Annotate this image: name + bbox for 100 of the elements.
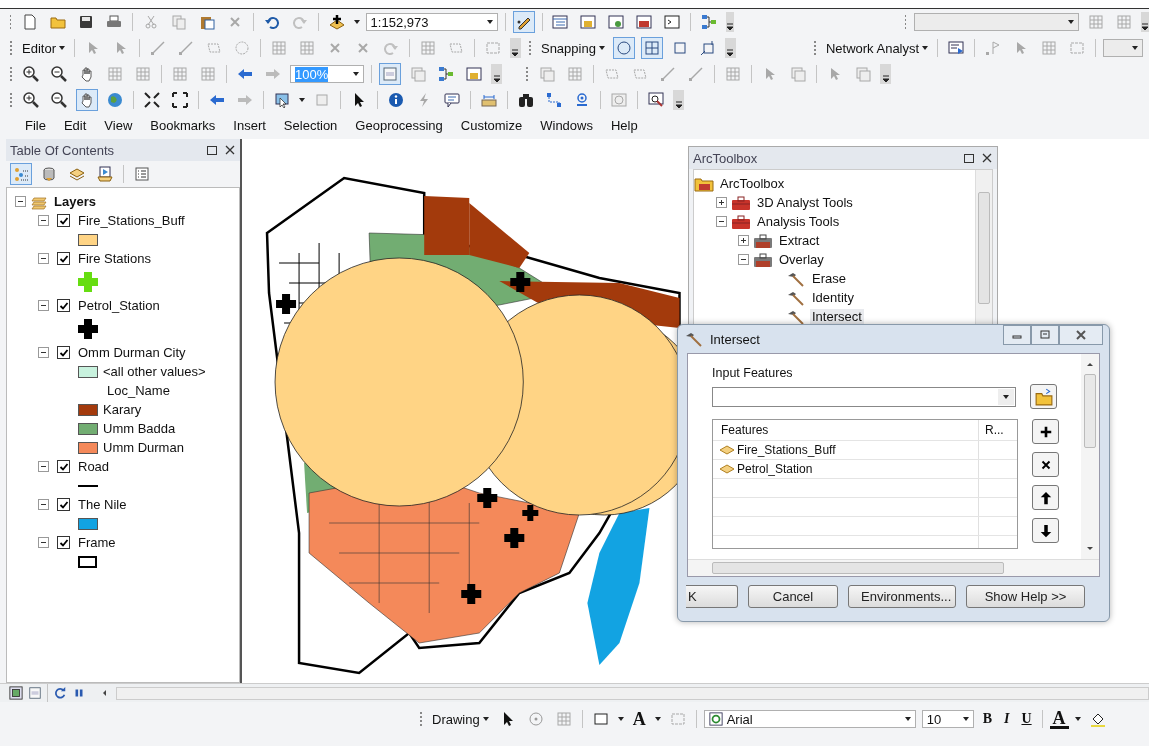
tree-item[interactable]: Overlay [777, 252, 826, 267]
menu-item[interactable]: Customize [453, 115, 530, 135]
scrollbar[interactable] [1081, 354, 1099, 559]
caret-icon[interactable] [1074, 717, 1081, 721]
caret-icon[interactable] [353, 20, 360, 24]
tree-label[interactable]: Layers [54, 194, 96, 209]
outward-arrows-icon[interactable] [169, 89, 191, 111]
close-icon[interactable] [981, 152, 993, 164]
table-cell[interactable]: Petrol_Station [737, 462, 813, 476]
minimize-button[interactable] [1003, 325, 1031, 345]
layer-name[interactable]: Frame [78, 535, 116, 550]
expander-icon[interactable] [716, 216, 727, 227]
overflow-button[interactable] [1141, 12, 1149, 32]
format-button[interactable]: I [1001, 711, 1013, 727]
font-size-field[interactable]: 10 [921, 710, 974, 728]
tree-item[interactable]: 3D Analyst Tools [755, 195, 855, 210]
menu-item[interactable]: Bookmarks [143, 115, 223, 135]
menu-item[interactable]: Selection [276, 115, 345, 135]
checkbox[interactable] [57, 536, 70, 549]
checkbox[interactable] [57, 299, 70, 312]
menu-item[interactable]: Help [603, 115, 645, 135]
layer-name[interactable]: The Nile [78, 497, 127, 512]
expander-icon[interactable] [38, 537, 49, 548]
expander-icon[interactable] [38, 300, 49, 311]
restore-button[interactable] [1031, 325, 1059, 345]
input-features-field[interactable] [712, 386, 1016, 407]
toolbar-grip[interactable] [904, 14, 907, 30]
caret-icon[interactable] [299, 98, 305, 102]
caret-icon[interactable] [617, 717, 624, 721]
up-arrow-button[interactable] [1032, 485, 1059, 510]
pencil-icon[interactable] [512, 11, 535, 33]
menu-item[interactable]: Geoprocessing [348, 115, 450, 135]
checkbox[interactable] [57, 498, 70, 511]
maximize-icon[interactable] [206, 144, 218, 156]
table-cell[interactable]: Fire_Stations_Buff [737, 443, 836, 457]
expander-icon[interactable] [38, 253, 49, 264]
font-color-button[interactable]: A [1049, 709, 1069, 729]
tree-item[interactable]: Erase [810, 271, 848, 286]
checkbox[interactable] [57, 346, 70, 359]
layer-name[interactable]: Petrol_Station [78, 298, 160, 313]
layer-name[interactable]: Omm Durman City [78, 345, 186, 360]
expander-icon[interactable] [738, 254, 749, 265]
hand-icon[interactable] [76, 89, 98, 111]
overflow-button[interactable] [509, 38, 521, 58]
menu-item[interactable]: Edit [56, 115, 94, 135]
toolbar-grip[interactable] [528, 40, 531, 56]
overflow-button[interactable] [491, 64, 502, 84]
expander-icon[interactable] [38, 499, 49, 510]
tree-item[interactable]: Analysis Tools [755, 214, 842, 229]
checkbox[interactable] [57, 460, 70, 473]
expander-icon[interactable] [738, 235, 749, 246]
expander-icon[interactable] [716, 197, 727, 208]
close-icon[interactable] [224, 144, 236, 156]
format-button[interactable]: B [979, 711, 996, 727]
dialog-button[interactable]: Environments... [848, 585, 956, 608]
combo-field[interactable] [914, 13, 1079, 31]
browse-button[interactable] [1030, 384, 1057, 409]
layer-list-icon[interactable] [10, 163, 32, 185]
overflow-button[interactable] [673, 90, 684, 110]
layer-name[interactable]: Fire Stations [78, 251, 151, 266]
dropdown-menu[interactable]: Snapping [538, 40, 607, 56]
menu-item[interactable]: Insert [226, 115, 273, 135]
menu-item[interactable]: File [18, 115, 53, 135]
checkbox[interactable] [57, 252, 70, 265]
dialog-button[interactable]: K [686, 585, 738, 608]
dialog-button[interactable]: Show Help >> [966, 585, 1085, 608]
overflow-button[interactable] [726, 12, 735, 32]
expander-icon[interactable] [38, 215, 49, 226]
expander-icon[interactable] [15, 196, 26, 207]
plus-button[interactable] [1032, 419, 1059, 444]
source-icon[interactable] [94, 163, 116, 185]
dropdown-menu[interactable]: Drawing [430, 711, 491, 727]
dialog-button[interactable]: Cancel [748, 585, 838, 608]
menu-item[interactable]: View [97, 115, 140, 135]
grid-icon[interactable] [640, 37, 663, 59]
column-header[interactable]: Features [713, 420, 979, 440]
format-button[interactable]: U [1018, 711, 1035, 727]
expander-icon[interactable] [38, 347, 49, 358]
tree-item[interactable]: ArcToolbox [718, 176, 787, 191]
dropdown-menu[interactable]: Network Analyst [823, 40, 931, 56]
combo-field[interactable] [1103, 39, 1144, 57]
column-header[interactable]: R... [979, 423, 1017, 437]
map-view-icon[interactable] [8, 685, 24, 701]
combo-field[interactable]: 1:152,973 [365, 13, 498, 31]
overflow-button[interactable] [724, 38, 736, 58]
text-tool-button[interactable]: A [629, 708, 649, 730]
close-button[interactable] [1032, 452, 1059, 477]
checkbox[interactable] [57, 214, 70, 227]
down-arrow-button[interactable] [1032, 518, 1059, 543]
tree-item[interactable]: Intersect [810, 309, 864, 324]
maximize-icon[interactable] [963, 152, 975, 164]
tree-item[interactable]: Extract [777, 233, 822, 248]
layer-name[interactable]: Fire_Stations_Buff [78, 213, 185, 228]
overflow-button[interactable] [880, 64, 891, 84]
menu-item[interactable]: Windows [533, 115, 600, 135]
refresh-icon[interactable] [52, 685, 68, 701]
dropdown-menu[interactable]: Editor [20, 40, 67, 56]
tree-item[interactable]: Identity [810, 290, 856, 305]
caret-icon[interactable] [654, 717, 661, 721]
layer-name[interactable]: Road [78, 459, 110, 474]
